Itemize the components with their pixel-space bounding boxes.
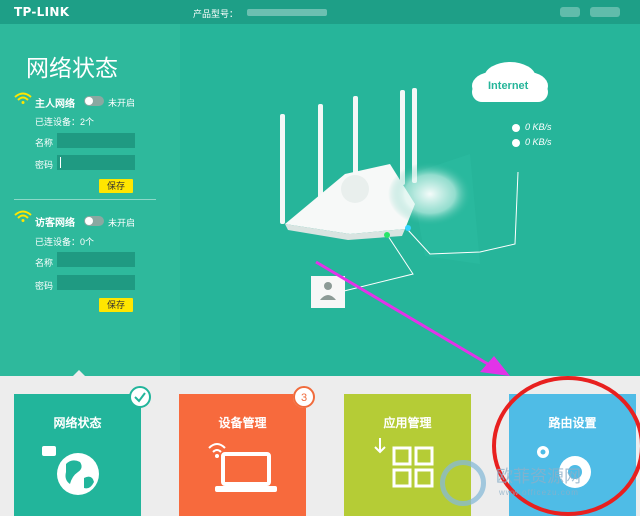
upload-arrow-icon [512, 124, 520, 132]
guest-network-label: 访客网络 [35, 218, 75, 229]
network-topology-scene [280, 62, 548, 376]
product-model-label: 产品型号： [193, 9, 239, 19]
wifi-icon [14, 92, 32, 104]
router-glow [388, 162, 472, 226]
brand-logo: TP-LINK [14, 5, 70, 19]
top-right-blurred-item [560, 7, 580, 17]
tile-label: 应用管理 [383, 416, 432, 430]
guest-network-name-field[interactable] [57, 252, 135, 267]
download-arrow-icon [512, 139, 520, 147]
tile-device-management[interactable]: 设备管理 [179, 394, 306, 516]
panel-title: 网络状态 [26, 56, 118, 82]
wifi-icon [14, 210, 32, 222]
main-network-toggle[interactable] [84, 96, 104, 106]
main-network-toggle-state: 未开启 [108, 98, 136, 108]
download-speed: 0 KB/s [525, 137, 552, 147]
product-model-value-blurred [247, 9, 327, 16]
main-network-name-field[interactable] [57, 133, 135, 148]
active-check-badge [129, 386, 151, 408]
guest-network-password-field[interactable] [57, 275, 135, 290]
tile-network-status[interactable]: 网络状态 [14, 394, 141, 516]
guest-network-device-count: 已连设备：0个 [35, 237, 95, 247]
globe-icon [42, 446, 99, 495]
watermark-text: 欧菲资源网 [496, 467, 581, 487]
guest-network-password-label: 密码 [35, 281, 54, 291]
watermark-logo-icon [440, 460, 486, 506]
guest-network-toggle-state: 未开启 [108, 218, 136, 228]
guest-network-toggle[interactable] [84, 216, 104, 226]
section-divider [14, 199, 156, 200]
guest-network-name-label: 名称 [35, 258, 54, 268]
watermark-url: www.officezu.com [499, 488, 579, 497]
laptop-wifi-icon [208, 443, 277, 492]
main-network-name-label: 名称 [35, 138, 54, 148]
main-network-device-count: 已连设备：2个 [35, 117, 95, 127]
upload-speed: 0 KB/s [525, 122, 552, 132]
main-network-label: 主人网络 [35, 99, 75, 110]
client-device-icon [311, 276, 345, 308]
main-network-save-button[interactable]: 保存 [99, 179, 133, 193]
top-bar: TP-LINK 产品型号： [0, 0, 640, 24]
main-network-password-field[interactable] [57, 155, 135, 170]
tile-label: 网络状态 [53, 416, 102, 430]
internet-cloud-label: Internet [488, 80, 529, 92]
wan-port-indicator [405, 225, 411, 231]
main-network-password-label: 密码 [35, 160, 54, 170]
device-count-badge: 3 [293, 386, 315, 408]
checkmark-icon [134, 392, 146, 403]
network-status-panel: 网络状态 主人网络 未开启 已连设备：2个 名称 密码 保存 访客网络 未开启 … [0, 24, 180, 376]
annotation-arrow [315, 260, 510, 376]
apps-grid-icon [374, 438, 434, 488]
guest-network-save-button[interactable]: 保存 [99, 298, 133, 312]
lan-port-indicator [384, 232, 390, 238]
tile-label: 设备管理 [218, 416, 267, 430]
active-tab-pointer [72, 370, 86, 377]
top-right-blurred-item [590, 7, 620, 17]
